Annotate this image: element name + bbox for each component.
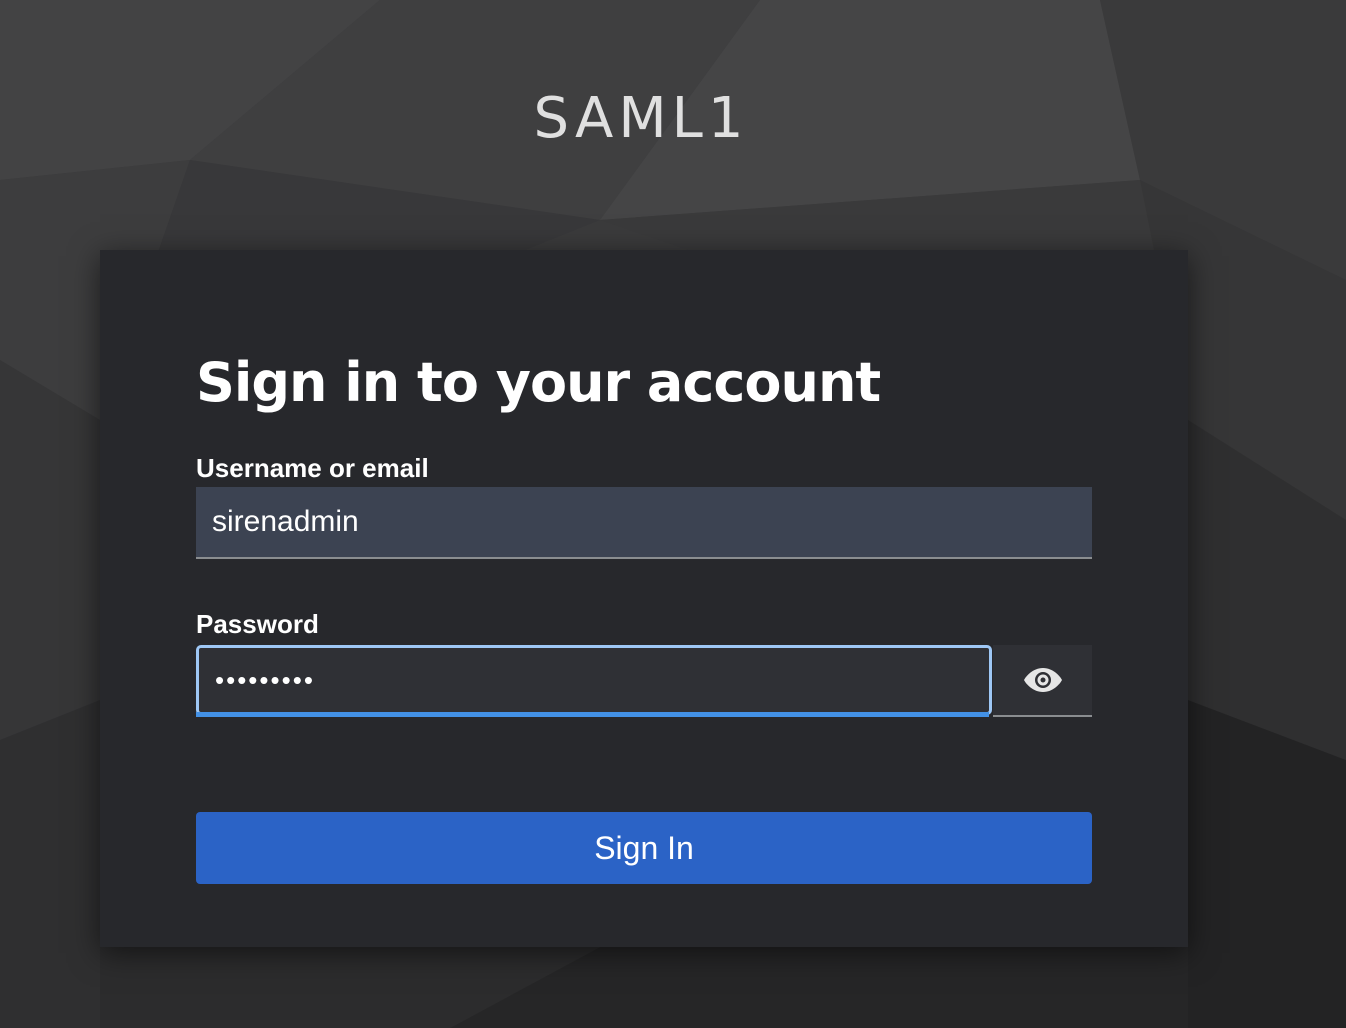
password-input[interactable]	[196, 645, 992, 715]
password-label: Password	[196, 609, 319, 639]
sign-in-button[interactable]: Sign In	[196, 812, 1092, 884]
username-input[interactable]	[196, 487, 1092, 559]
eye-icon	[1023, 668, 1062, 692]
password-field-group	[196, 645, 992, 717]
show-password-button[interactable]	[993, 645, 1092, 717]
page-title: Sign in to your account	[196, 351, 881, 414]
realm-title: SAML1	[533, 86, 749, 151]
username-label: Username or email	[196, 453, 429, 483]
password-focus-underline	[196, 712, 989, 717]
login-card: Sign in to your account Username or emai…	[100, 250, 1188, 947]
